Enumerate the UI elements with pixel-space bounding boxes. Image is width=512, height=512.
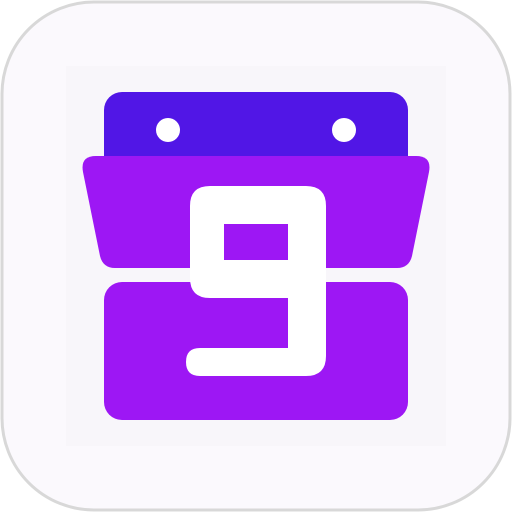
binding-ring-left <box>156 118 180 142</box>
binding-ring-right <box>332 118 356 142</box>
calendar-app-icon[interactable]: 9 <box>0 0 512 512</box>
calendar-icon-graphic <box>0 0 512 512</box>
